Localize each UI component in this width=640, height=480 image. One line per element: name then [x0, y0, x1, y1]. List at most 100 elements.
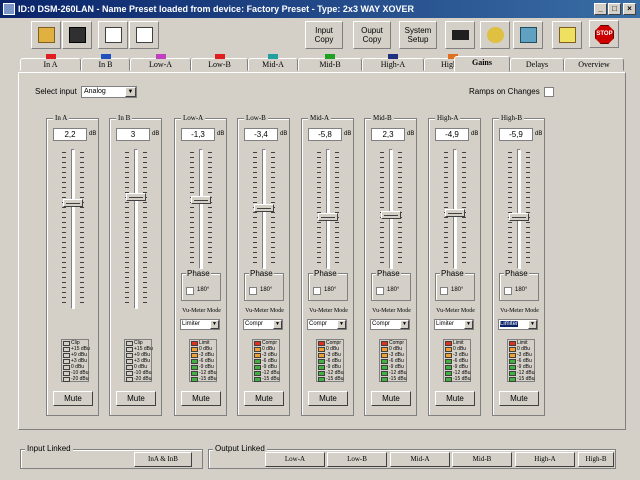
fader-thumb[interactable]: [63, 199, 83, 208]
chevron-down-icon[interactable]: ▼: [400, 320, 409, 329]
tab-gains[interactable]: Gains: [454, 56, 510, 72]
vu-meter-mode-select[interactable]: Limiter ▼: [434, 319, 474, 330]
fader-track[interactable]: [389, 149, 393, 269]
phase-checkbox[interactable]: [249, 287, 257, 295]
link-mid-a-button[interactable]: Mid-A: [390, 452, 450, 467]
system-setup-button[interactable]: System Setup: [399, 21, 437, 49]
gain-input[interactable]: -3,4: [244, 128, 278, 141]
channel-title: In B: [116, 114, 133, 122]
gain-input[interactable]: 2,2: [53, 128, 87, 141]
vu-meter-mode-value: Limiter: [436, 321, 455, 327]
meter-led: [318, 377, 325, 382]
close-button[interactable]: ×: [623, 3, 636, 15]
window-title: ID:0 DSM-260LAN - Name Preset loaded fro…: [18, 4, 414, 14]
link-ina-inb-button[interactable]: InA & InB: [134, 452, 192, 467]
save-button[interactable]: [62, 21, 92, 49]
link-high-b-button[interactable]: High-B: [578, 452, 614, 467]
tab-mid-b[interactable]: Mid-B: [298, 54, 362, 71]
gain-input[interactable]: -5,8: [308, 128, 342, 141]
fader-track[interactable]: [517, 149, 521, 269]
ramps-checkbox[interactable]: [544, 87, 554, 97]
open-button[interactable]: [31, 21, 61, 49]
tab-in-a[interactable]: In A: [20, 54, 81, 71]
phase-checkbox[interactable]: [504, 287, 512, 295]
device-button[interactable]: [513, 21, 543, 49]
tab-mid-a[interactable]: Mid-A: [248, 54, 298, 71]
gain-input[interactable]: -5,9: [499, 128, 533, 141]
chevron-down-icon[interactable]: ▼: [273, 320, 282, 329]
link-low-a-button[interactable]: Low-A: [265, 452, 325, 467]
gain-input[interactable]: -1,3: [181, 128, 215, 141]
tab-low-a[interactable]: Low-A: [130, 54, 191, 71]
fader-thumb[interactable]: [318, 212, 338, 221]
scale-ticks: [335, 152, 339, 264]
print-button[interactable]: [98, 21, 128, 49]
tab-high-a[interactable]: High-A: [362, 54, 424, 71]
tab-label: In B: [98, 60, 113, 69]
meter-led: [254, 359, 261, 364]
meter-led: [63, 341, 70, 346]
mute-button[interactable]: Mute: [181, 391, 221, 406]
link-low-b-button[interactable]: Low-B: [327, 452, 387, 467]
vu-meter-mode-select[interactable]: Compr ▼: [243, 319, 283, 330]
fader-track[interactable]: [326, 149, 330, 269]
tab-delays[interactable]: Delays: [510, 58, 564, 71]
chevron-down-icon[interactable]: ▼: [528, 320, 537, 329]
select-input-dropdown[interactable]: Analog ▼: [81, 86, 137, 98]
gain-input[interactable]: 3: [116, 128, 150, 141]
print-preview-button[interactable]: [129, 21, 159, 49]
notes-button[interactable]: [552, 21, 582, 49]
vu-meter-mode-select[interactable]: Compr ▼: [370, 319, 410, 330]
output-copy-button[interactable]: Ouput Copy: [353, 21, 391, 49]
fader-track[interactable]: [71, 149, 75, 309]
fader-track[interactable]: [199, 149, 203, 269]
meter-led: [191, 353, 198, 358]
mute-button[interactable]: Mute: [308, 391, 348, 406]
fader-thumb[interactable]: [509, 212, 529, 221]
maximize-button[interactable]: □: [608, 3, 621, 15]
tab-label: Delays: [525, 60, 549, 69]
vu-meter-mode-select[interactable]: Compr ▼: [307, 319, 347, 330]
tab-label: Mid-B: [319, 60, 341, 69]
tab-in-b[interactable]: In B: [81, 54, 130, 71]
phase-checkbox[interactable]: [186, 287, 194, 295]
vu-meter-mode-select[interactable]: Limiter ▼: [180, 319, 220, 330]
mute-button[interactable]: Mute: [499, 391, 539, 406]
mute-button[interactable]: Mute: [53, 391, 93, 406]
phase-checkbox[interactable]: [313, 287, 321, 295]
fader-thumb[interactable]: [191, 196, 211, 205]
chevron-down-icon[interactable]: ▼: [210, 320, 219, 329]
gain-input[interactable]: 2,3: [371, 128, 405, 141]
login-button[interactable]: [445, 21, 475, 49]
tab-color-marker: [214, 54, 225, 59]
input-copy-button[interactable]: Input Copy: [305, 21, 343, 49]
chevron-down-icon[interactable]: ▼: [464, 320, 473, 329]
phase-checkbox[interactable]: [440, 287, 448, 295]
minimize-button[interactable]: _: [594, 3, 607, 15]
stop-button[interactable]: STOP: [589, 20, 619, 48]
mute-button[interactable]: Mute: [244, 391, 284, 406]
fader-thumb[interactable]: [126, 193, 146, 202]
keys-button[interactable]: [480, 21, 510, 49]
fader-thumb[interactable]: [445, 209, 465, 218]
tab-low-b[interactable]: Low-B: [191, 54, 248, 71]
gain-input[interactable]: -4,9: [435, 128, 469, 141]
app-icon[interactable]: [3, 3, 15, 15]
phase-checkbox[interactable]: [376, 287, 384, 295]
meter-scale-label: -15 dBu: [389, 376, 407, 382]
chevron-down-icon[interactable]: ▼: [337, 320, 346, 329]
mute-button[interactable]: Mute: [116, 391, 156, 406]
link-high-a-button[interactable]: High-A: [515, 452, 575, 467]
fader-track[interactable]: [134, 149, 138, 309]
fader-thumb[interactable]: [254, 203, 274, 212]
link-mid-b-button[interactable]: Mid-B: [452, 452, 512, 467]
print-preview-icon: [136, 27, 153, 43]
tab-overview[interactable]: Overview: [564, 58, 624, 71]
select-input-value: Analog: [84, 88, 106, 95]
vu-meter-mode-select[interactable]: Limiter ▼: [498, 319, 538, 330]
vu-meter-mode-label: Vu-Meter Mode: [245, 308, 284, 314]
mute-button[interactable]: Mute: [435, 391, 475, 406]
chevron-down-icon[interactable]: ▼: [125, 87, 136, 97]
fader-thumb[interactable]: [381, 210, 401, 219]
mute-button[interactable]: Mute: [371, 391, 411, 406]
